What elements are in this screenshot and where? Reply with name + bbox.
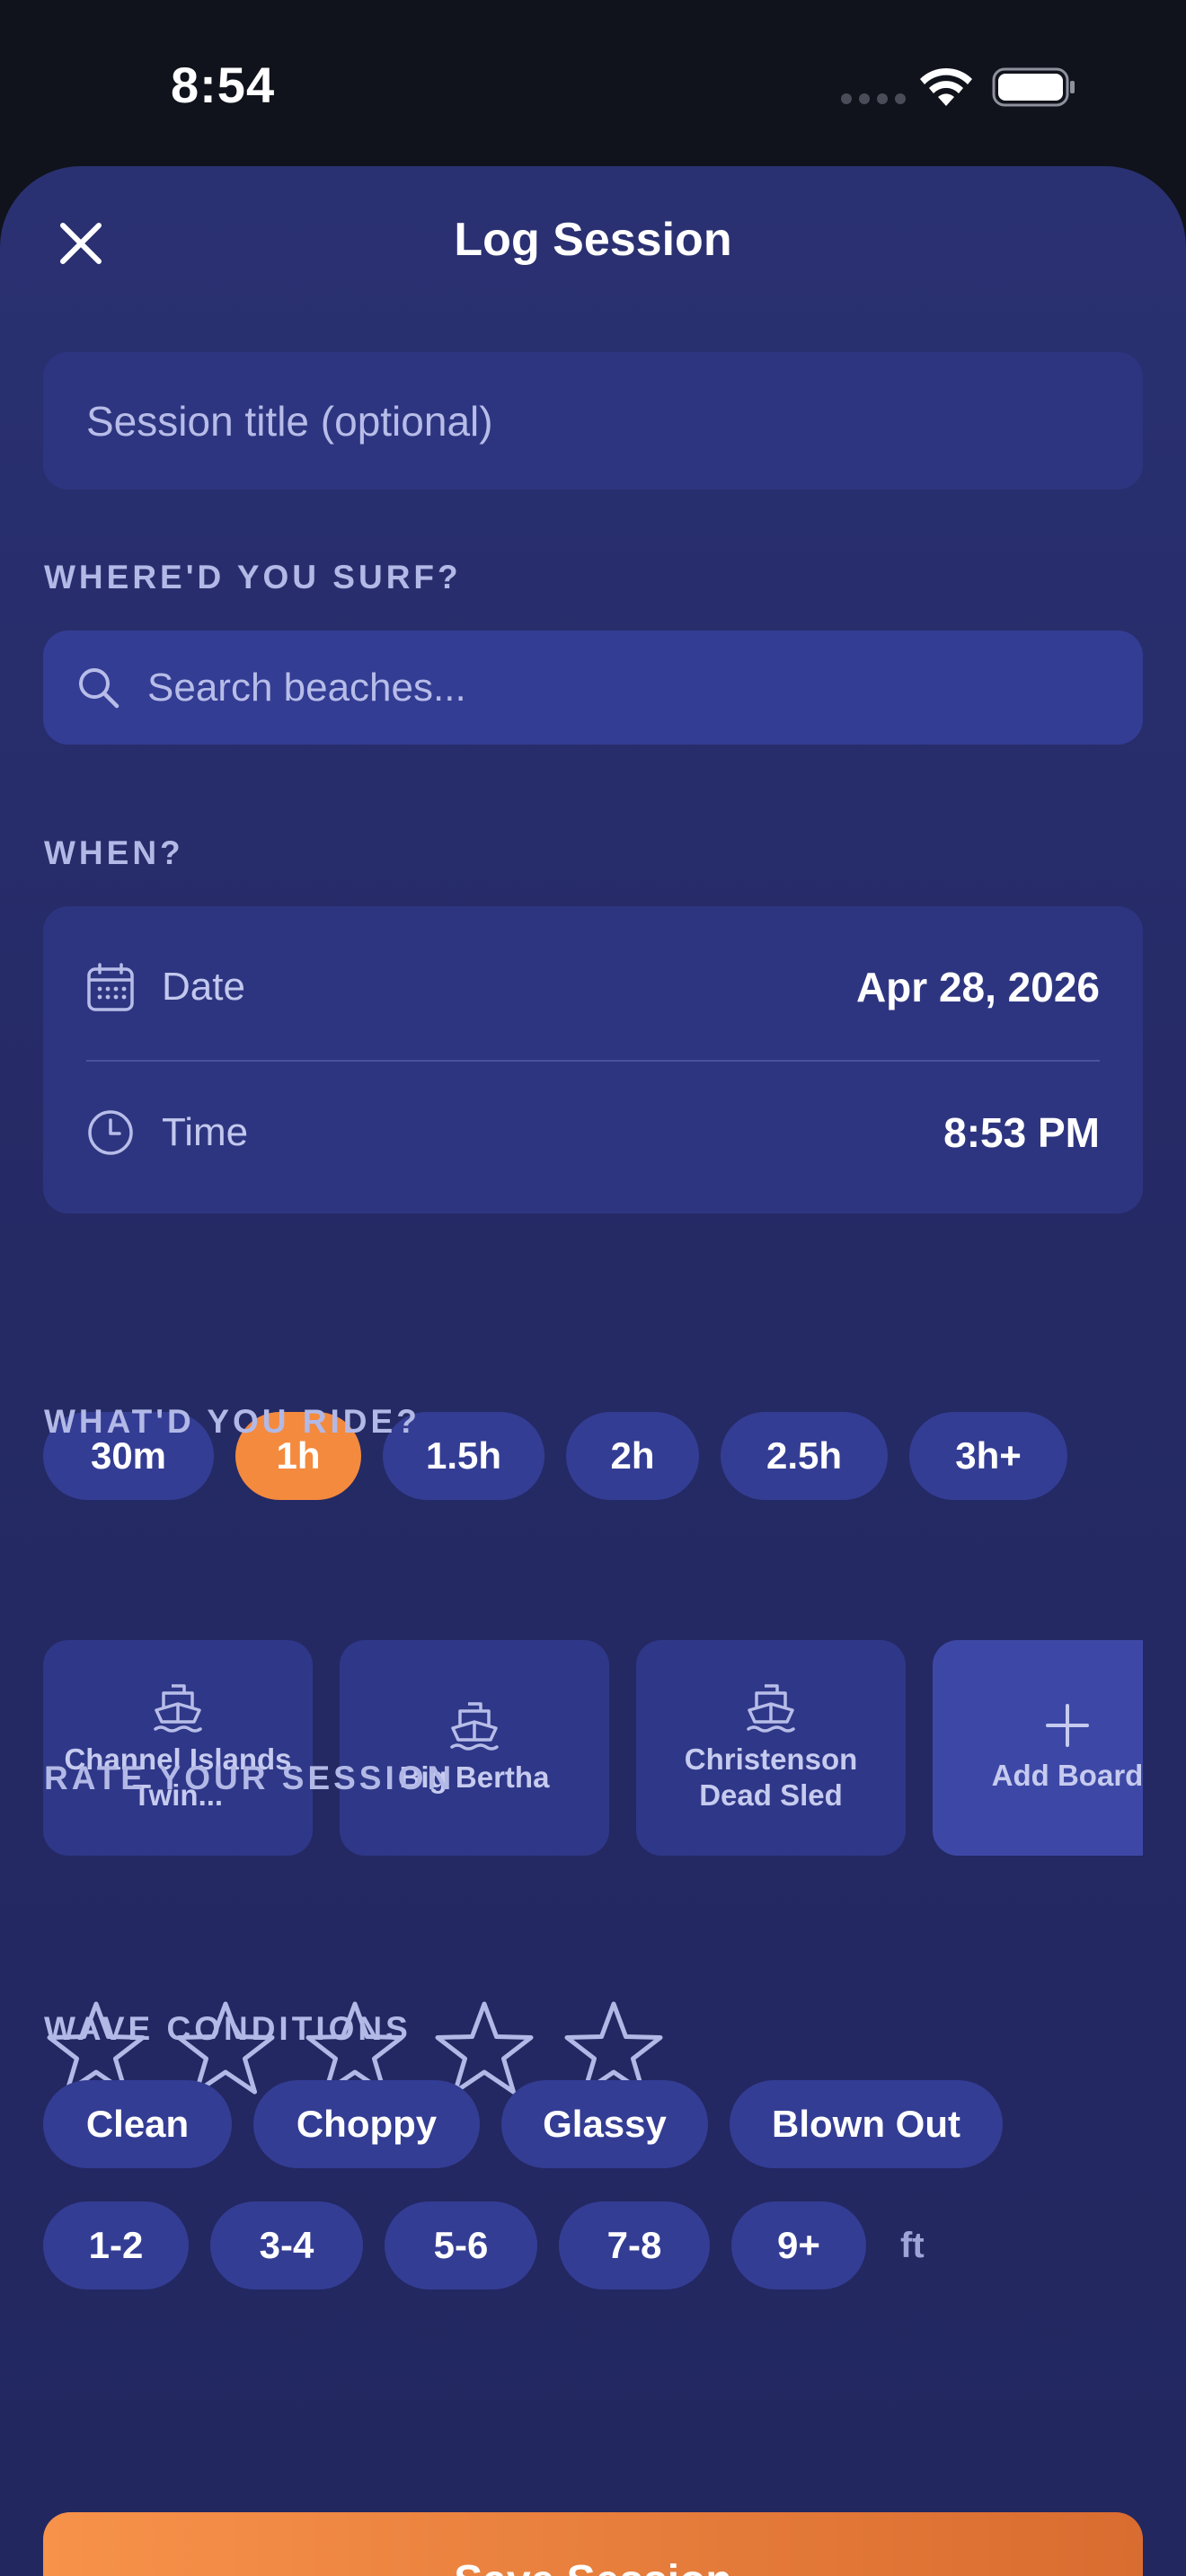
location-section-label: WHERE'D YOU SURF? [44, 559, 462, 595]
battery-icon [992, 67, 1075, 107]
duration-chip-2h[interactable]: 2h [566, 1412, 699, 1500]
board-card[interactable]: Christenson Dead Sled [636, 1640, 906, 1856]
log-session-sheet: Log Session WHERE'D YOU SURF? WHEN? Date… [0, 166, 1186, 2576]
wave-size-chip-9-plus[interactable]: 9+ [731, 2201, 866, 2289]
wave-size-chip-5-6[interactable]: 5-6 [385, 2201, 537, 2289]
wave-size-unit: ft [900, 2225, 925, 2265]
time-label: Time [162, 1110, 249, 1154]
board-name: Christenson Dead Sled [684, 1742, 858, 1812]
plus-icon [1046, 1704, 1089, 1747]
beach-search-box[interactable] [43, 631, 1143, 745]
status-time: 8:54 [171, 57, 276, 113]
boards-section-label: WHAT'D YOU RIDE? [44, 1403, 420, 1440]
condition-chip-blown-out[interactable]: Blown Out [730, 2080, 1003, 2168]
duration-chip-3h-plus[interactable]: 3h+ [909, 1412, 1067, 1500]
condition-type-chips: Clean Choppy Glassy Blown Out [43, 2080, 1003, 2168]
wave-size-chips: 1-2 3-4 5-6 7-8 9+ ft [43, 2201, 925, 2289]
add-board-button[interactable]: Add Board [933, 1640, 1143, 1856]
session-title-input[interactable] [43, 352, 1143, 490]
boat-icon [747, 1684, 795, 1733]
boat-icon [154, 1684, 202, 1733]
board-card[interactable]: Channel Islands Twin... [43, 1640, 313, 1856]
cellular-signal-icon [841, 93, 906, 104]
condition-chip-choppy[interactable]: Choppy [253, 2080, 480, 2168]
beach-search-input[interactable] [147, 665, 1091, 710]
date-value[interactable]: Apr 28, 2026 [856, 963, 1100, 1011]
page-title: Log Session [454, 214, 732, 266]
rating-section-label: RATE YOUR SESSION [44, 1760, 456, 1796]
calendar-icon [87, 963, 134, 1011]
boards-carousel[interactable]: Channel Islands Twin... Big Bertha Chris… [43, 1640, 1143, 1856]
time-value[interactable]: 8:53 PM [943, 1108, 1100, 1157]
date-row[interactable]: Date Apr 28, 2026 [43, 915, 1143, 1059]
condition-chip-glassy[interactable]: Glassy [501, 2080, 708, 2168]
wave-size-chip-3-4[interactable]: 3-4 [210, 2201, 363, 2289]
clock-icon [88, 1110, 133, 1155]
board-card[interactable]: Big Bertha [340, 1640, 609, 1856]
when-section-label: WHEN? [44, 834, 184, 871]
save-session-button[interactable]: Save Session [43, 2512, 1143, 2576]
time-row[interactable]: Time 8:53 PM [43, 1061, 1143, 1204]
wave-size-chip-1-2[interactable]: 1-2 [43, 2201, 189, 2289]
conditions-section-label: WAVE CONDITIONS [44, 2010, 412, 2047]
wave-size-chip-7-8[interactable]: 7-8 [559, 2201, 710, 2289]
wifi-icon [920, 67, 972, 106]
search-icon [79, 667, 119, 708]
when-card: Date Apr 28, 2026 Time 8:53 PM [43, 906, 1143, 1213]
condition-chip-clean[interactable]: Clean [43, 2080, 232, 2168]
status-bar: 8:54 [0, 0, 1186, 166]
boat-icon [450, 1702, 499, 1751]
date-label: Date [162, 965, 245, 1009]
duration-chip-2-5h[interactable]: 2.5h [721, 1412, 888, 1500]
add-board-label: Add Board [991, 1759, 1143, 1792]
